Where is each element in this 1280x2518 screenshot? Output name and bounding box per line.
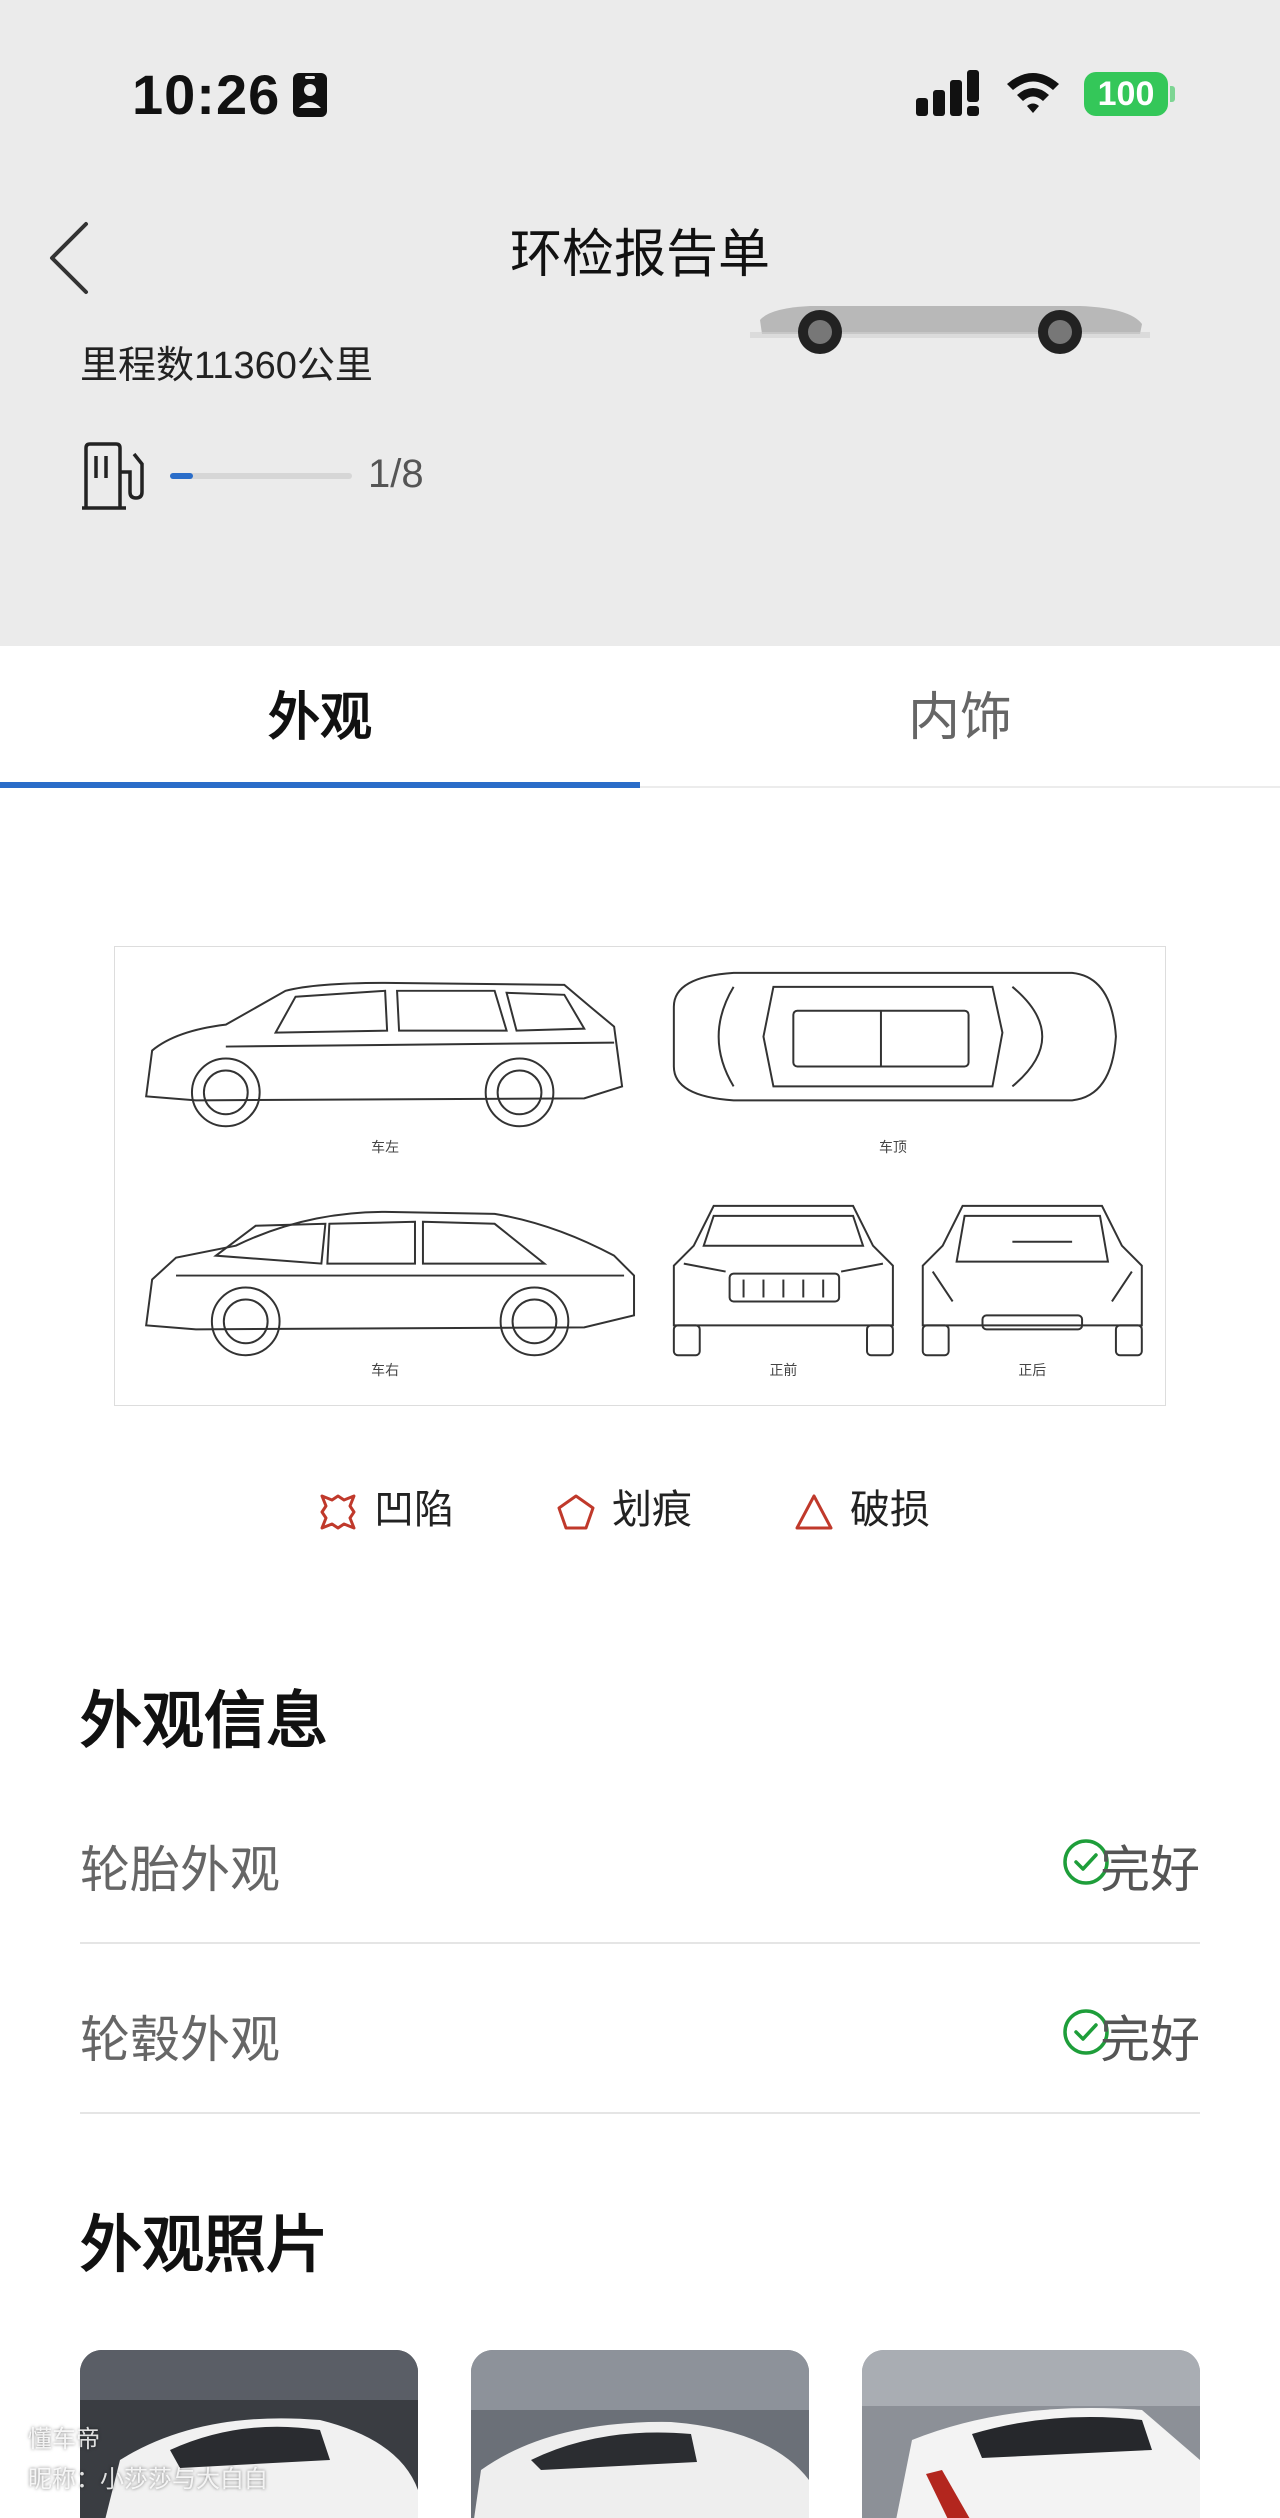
vehicle-damage-diagram[interactable]: 车左 车顶 车右 正前 正后 bbox=[114, 946, 1166, 1406]
exterior-photo-2[interactable] bbox=[471, 2350, 809, 2518]
status-bar: 10:26 100 bbox=[0, 0, 1280, 190]
view-label-left: 车左 bbox=[371, 1139, 399, 1155]
dent-icon bbox=[320, 1494, 356, 1530]
mileage-text: 里程数11360公里 bbox=[80, 345, 373, 387]
legend-label-scratch: 划痕 bbox=[612, 1488, 692, 1532]
fuel-pump-icon bbox=[82, 442, 144, 510]
right-view-outline bbox=[145, 1210, 636, 1357]
left-view-outline bbox=[145, 981, 624, 1128]
info-row-rim: 轮毂外观 完好 bbox=[80, 1944, 1200, 2114]
contact-card-icon bbox=[293, 73, 327, 117]
car-photo-image bbox=[862, 2350, 1200, 2518]
wifi-icon bbox=[1007, 73, 1059, 113]
damage-legend: 凹陷 划痕 破损 bbox=[0, 1480, 1280, 1540]
battery-level: 100 bbox=[1084, 72, 1168, 116]
page-title: 环检报告单 bbox=[509, 226, 770, 284]
exterior-info-title: 外观信息 bbox=[80, 1687, 329, 1756]
info-status-rim: 完好 bbox=[1100, 2012, 1200, 2068]
tab-interior[interactable]: 内饰 bbox=[640, 646, 1280, 786]
exterior-photos-title: 外观照片 bbox=[80, 2211, 329, 2280]
watermark: 懂车帝 昵称：小莎莎与大白白 bbox=[28, 2420, 268, 2500]
front-view-outline bbox=[672, 1204, 894, 1357]
battery-cap bbox=[1170, 86, 1175, 102]
cellular-signal-icon bbox=[916, 70, 979, 116]
watermark-author: 昵称：小莎莎与大白白 bbox=[28, 2466, 268, 2493]
info-label-rim: 轮毂外观 bbox=[80, 2012, 280, 2068]
view-label-rear: 正后 bbox=[1018, 1362, 1046, 1378]
info-row-tire: 轮胎外观 完好 bbox=[80, 1774, 1200, 1944]
car-thumbnail-icon bbox=[750, 306, 1150, 354]
vehicle-outline-drawing: 车左 车顶 车右 正前 正后 bbox=[145, 971, 1143, 1378]
info-label-tire: 轮胎外观 bbox=[80, 1842, 280, 1898]
view-label-top: 车顶 bbox=[879, 1139, 907, 1155]
fuel-gauge-track bbox=[170, 473, 352, 479]
top-view-outline bbox=[672, 971, 1117, 1102]
fuel-gauge-fill bbox=[170, 473, 193, 479]
legend-label-damage: 破损 bbox=[850, 1488, 930, 1532]
damage-icon bbox=[795, 1494, 833, 1530]
active-tab-indicator bbox=[0, 782, 640, 788]
status-time: 10:26 bbox=[132, 63, 281, 126]
battery-indicator: 100 bbox=[1084, 72, 1175, 116]
info-status-tire: 完好 bbox=[1100, 1842, 1200, 1898]
tab-exterior[interactable]: 外观 bbox=[0, 646, 640, 786]
legend-label-dent: 凹陷 bbox=[374, 1488, 454, 1532]
rear-view-outline bbox=[921, 1204, 1143, 1357]
exterior-photo-3[interactable] bbox=[862, 2350, 1200, 2518]
watermark-brand: 懂车帝 bbox=[28, 2426, 100, 2453]
fuel-level-text: 1/8 bbox=[368, 452, 424, 496]
view-label-front: 正前 bbox=[769, 1362, 797, 1378]
car-photo-image bbox=[471, 2350, 809, 2518]
scratch-icon bbox=[557, 1494, 595, 1530]
tab-bar: 外观 内饰 bbox=[0, 646, 1280, 788]
view-label-right: 车右 bbox=[371, 1362, 399, 1378]
